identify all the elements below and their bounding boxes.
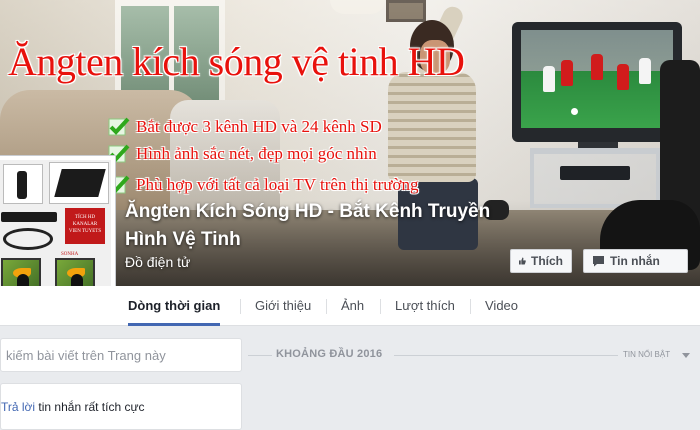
tab-likes[interactable]: Lượt thích <box>395 286 455 326</box>
chevron-down-icon[interactable] <box>682 353 690 358</box>
cover-tv-image <box>512 22 682 142</box>
product-brand-label: SONHA <box>61 252 79 257</box>
response-info-card: Trả lời tin nhắn rất tích cực <box>0 383 242 430</box>
tab-divider <box>380 299 381 314</box>
facebook-page: Ăngten kích sóng vệ tinh HD Bắt được 3 k… <box>0 0 700 430</box>
timeline-section-header: KHOẢNG ĐẦU 2016 TIN NỔI BẬT <box>248 346 700 366</box>
cover-feature-2: Hình ảnh sắc nét, đẹp mọi góc nhìn <box>108 143 377 165</box>
thumbs-up-icon <box>519 257 526 265</box>
tab-photos[interactable]: Ảnh <box>341 286 364 326</box>
search-input[interactable] <box>1 339 241 371</box>
response-rate-text: Trả lời tin nhắn rất tích cực <box>1 400 145 414</box>
tab-divider <box>240 299 241 314</box>
cover-receiver-decor <box>560 166 630 180</box>
cover-feature-text: Bắt được 3 kênh HD và 24 kênh SD <box>136 117 382 136</box>
divider-line <box>394 355 618 356</box>
product-thumb-receiver <box>1 212 57 222</box>
message-button-label: Tin nhắn <box>610 254 660 268</box>
message-button[interactable]: Tin nhắn <box>583 249 688 273</box>
checkmark-icon <box>108 117 130 136</box>
product-thumb-cable <box>3 228 53 250</box>
message-bubble-icon <box>593 256 604 267</box>
divider-line <box>248 355 272 356</box>
page-nav-tabs: Dòng thời gian Giới thiệu Ảnh Lượt thích… <box>0 286 700 326</box>
like-button[interactable]: Thích <box>510 249 572 273</box>
product-box-label: TÍCH HD KANALAR VIEN TUYETS <box>65 208 105 244</box>
timeline-filter-dropdown[interactable]: TIN NỔI BẬT <box>623 350 670 359</box>
like-button-label: Thích <box>531 254 563 268</box>
cover-feature-text: Hình ảnh sắc nét, đẹp mọi góc nhìn <box>136 144 377 163</box>
cover-feature-3: Phù hợp với tất cả loại TV trên thị trườ… <box>108 174 419 196</box>
product-thumb-antenna <box>49 162 109 204</box>
page-title[interactable]: Ăngten Kích Sóng HD - Bắt Kênh Truyền Hì… <box>125 198 505 254</box>
profile-picture[interactable]: TÍCH HD KANALAR VIEN TUYETS SONHA <box>0 155 116 303</box>
page-post-search <box>0 338 242 372</box>
reply-rate-label: tin nhắn rất tích cực <box>35 400 145 414</box>
product-thumb-remote <box>3 164 43 204</box>
tab-about[interactable]: Giới thiệu <box>255 286 311 326</box>
timeline-period-label: KHOẢNG ĐẦU 2016 <box>276 348 383 360</box>
tab-divider <box>326 299 327 314</box>
page-category[interactable]: Đồ điện tử <box>125 254 190 270</box>
tab-timeline[interactable]: Dòng thời gian <box>128 286 221 326</box>
reply-link[interactable]: Trả lời <box>1 400 35 414</box>
tab-videos[interactable]: Video <box>485 286 518 326</box>
tab-divider <box>470 299 471 314</box>
cover-feature-text: Phù hợp với tất cả loại TV trên thị trườ… <box>136 175 419 194</box>
cover-feature-1: Bắt được 3 kênh HD và 24 kênh SD <box>108 116 382 138</box>
cover-headline: Ăngten kích sóng vệ tinh HD <box>8 39 465 84</box>
